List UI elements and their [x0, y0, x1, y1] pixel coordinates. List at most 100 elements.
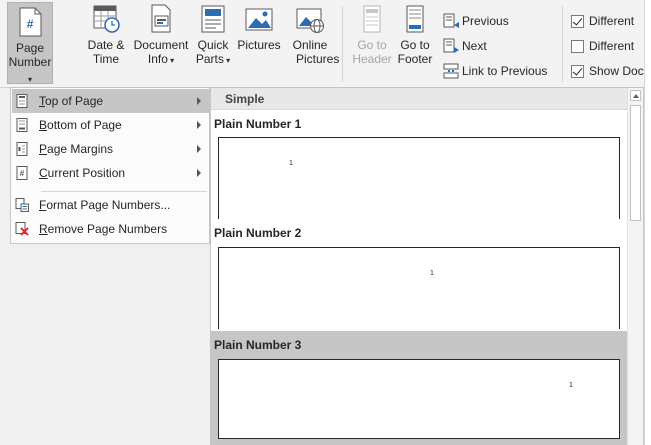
previous-section-icon	[443, 13, 459, 29]
accel-key: C	[39, 166, 48, 180]
menu-separator	[41, 191, 207, 192]
page-bottom-icon	[15, 118, 29, 132]
submenu-arrow-icon	[197, 121, 201, 129]
calendar-clock-icon	[91, 4, 121, 34]
menu-item-label: emove Page Numbers	[47, 222, 168, 236]
page-number-icon: #	[15, 7, 45, 37]
checkbox-checked[interactable]	[571, 64, 584, 78]
page-preview: 1	[218, 137, 620, 219]
ribbon-separator	[342, 6, 343, 82]
page-number-marker: 1	[430, 270, 434, 277]
previous-label: Previous	[462, 14, 509, 28]
picture-icon	[244, 4, 274, 34]
page-number-menu: Top of Page Bottom of Page Page Margins …	[10, 87, 210, 244]
page-number-marker: 1	[289, 160, 293, 167]
document-info-button[interactable]: Document Info ▾	[131, 4, 191, 68]
link-to-previous-icon	[443, 63, 459, 79]
accel-key: R	[39, 222, 48, 236]
next-button[interactable]: Next	[443, 36, 487, 56]
quick-parts-label-1: Quick	[197, 38, 229, 52]
current-position-icon: #	[15, 166, 29, 180]
page-number-button[interactable]: # Page Number ▾	[7, 2, 53, 84]
scrollbar-thumb[interactable]	[630, 105, 641, 221]
accel-key: B	[39, 118, 48, 132]
go-to-footer-button[interactable]: Go to Footer	[394, 4, 436, 66]
document-info-label-2: Info	[147, 52, 168, 66]
window-edge	[644, 0, 651, 445]
ribbon: # Page Number ▾ Date & Time Document Inf…	[0, 0, 651, 88]
menu-item-label: ottom of Page	[47, 118, 122, 132]
accel-key: P	[39, 142, 48, 156]
show-document-text-checkbox[interactable]: Show Doc	[571, 61, 644, 81]
menu-item-format-page-numbers[interactable]: Format Page Numbers...	[12, 193, 209, 217]
menu-item-remove-page-numbers[interactable]: Remove Page Numbers	[12, 217, 209, 241]
page-number-label-1: Page	[15, 41, 45, 55]
gallery-item-plain-number-1[interactable]: Plain Number 1 1	[211, 111, 628, 219]
go-to-footer-label-1: Go to	[400, 38, 430, 52]
svg-text:#: #	[20, 169, 25, 178]
quick-parts-icon	[198, 4, 228, 34]
page-margins-icon	[15, 142, 29, 156]
scroll-up-arrow-icon[interactable]	[630, 90, 641, 101]
go-to-footer-icon	[400, 4, 430, 34]
document-info-label-1: Document	[133, 38, 189, 52]
document-info-icon	[146, 4, 176, 34]
format-page-numbers-icon	[15, 198, 29, 212]
submenu-arrow-icon	[197, 97, 201, 105]
menu-item-bottom-of-page[interactable]: Bottom of Page	[12, 113, 209, 137]
gallery-scrollbar[interactable]	[627, 88, 643, 445]
go-to-footer-label-2: Footer	[397, 52, 433, 66]
submenu-arrow-icon	[197, 145, 201, 153]
pictures-label: Pictures	[237, 38, 281, 52]
date-time-label-1: Date &	[87, 38, 125, 52]
ribbon-separator	[562, 6, 563, 82]
checkbox-unchecked[interactable]	[571, 39, 584, 53]
option-label: Different	[589, 14, 635, 28]
date-time-button[interactable]: Date & Time	[82, 4, 130, 66]
option-label: Different	[589, 39, 635, 53]
online-pictures-label-2: Pictures	[296, 52, 340, 66]
link-to-previous-button[interactable]: Link to Previous	[443, 61, 547, 81]
page-top-icon	[15, 94, 29, 108]
menu-item-top-of-page[interactable]: Top of Page	[12, 89, 209, 113]
page-preview: 1	[218, 247, 620, 329]
menu-item-label: ormat Page Numbers...	[46, 198, 171, 212]
menu-item-label: age Margins	[47, 142, 114, 156]
gallery-item-plain-number-2[interactable]: Plain Number 2 1	[211, 219, 628, 329]
go-to-header-button[interactable]: Go to Header	[351, 4, 393, 66]
gallery-item-label: Plain Number 3	[214, 338, 302, 352]
dropdown-caret-icon: ▾	[167, 56, 175, 65]
link-to-previous-label: Link to Previous	[462, 64, 548, 78]
next-label: Next	[462, 39, 487, 53]
page-number-marker: 1	[569, 382, 573, 389]
pictures-button[interactable]: Pictures	[235, 4, 283, 52]
quick-parts-button[interactable]: Quick Parts ▾	[192, 4, 234, 68]
go-to-header-label-1: Go to	[357, 38, 387, 52]
dropdown-caret-icon: ▾	[27, 75, 32, 84]
checkbox-checked[interactable]	[571, 14, 584, 28]
next-section-icon	[443, 38, 459, 54]
go-to-header-icon	[357, 4, 387, 34]
gallery-item-label: Plain Number 2	[214, 226, 302, 240]
page-preview: 1	[218, 359, 620, 439]
page-number-gallery: Simple Plain Number 1 1 Plain Number 2 1…	[210, 87, 644, 445]
dropdown-caret-icon: ▾	[223, 56, 231, 65]
submenu-arrow-icon	[197, 169, 201, 177]
go-to-header-label-2: Header	[352, 52, 392, 66]
page-number-label-2: Number	[8, 55, 52, 69]
option-label: Show Doc	[589, 64, 644, 78]
page-number-glyph: #	[27, 17, 34, 31]
menu-item-label: urrent Position	[47, 166, 126, 180]
different-first-page-checkbox[interactable]: Different	[571, 11, 634, 31]
menu-item-label: op of Page	[45, 94, 104, 108]
date-time-label-2: Time	[92, 52, 120, 66]
online-pictures-label-1: Online	[292, 38, 328, 52]
gallery-item-label: Plain Number 1	[214, 117, 302, 131]
menu-item-page-margins[interactable]: Page Margins	[12, 137, 209, 161]
different-odd-even-checkbox[interactable]: Different	[571, 36, 634, 56]
quick-parts-label-2: Parts	[195, 52, 224, 66]
online-pictures-button[interactable]: Online Pictures	[284, 4, 340, 66]
menu-item-current-position[interactable]: # Current Position	[12, 161, 209, 185]
previous-button[interactable]: Previous	[443, 11, 509, 31]
gallery-item-plain-number-3[interactable]: Plain Number 3 1	[211, 331, 628, 445]
